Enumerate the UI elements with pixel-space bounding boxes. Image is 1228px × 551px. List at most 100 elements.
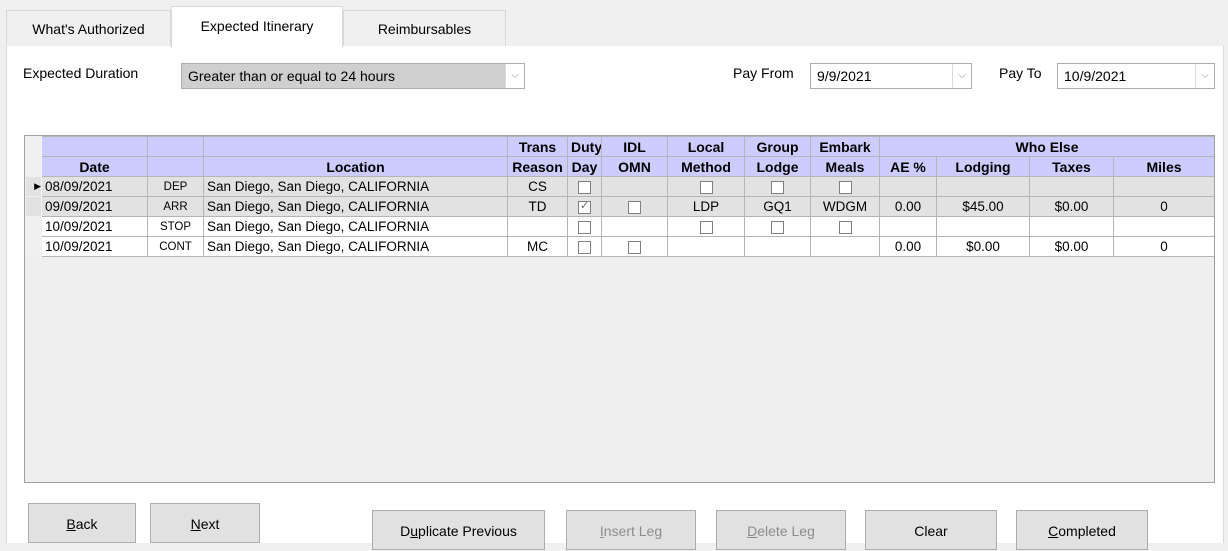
delete-leg-button[interactable]: Delete Leg [716, 510, 846, 550]
duty-day-checkbox[interactable] [578, 220, 591, 234]
cell-type[interactable]: STOP [147, 216, 204, 237]
table-row[interactable]: 10/09/2021 STOP San Diego, San Diego, CA… [25, 216, 1214, 237]
local-method-checkbox[interactable] [699, 180, 713, 194]
cell-ae[interactable]: 0.00 [879, 196, 937, 217]
cell-ae[interactable] [879, 176, 937, 197]
cell-miles[interactable]: 0 [1112, 196, 1214, 217]
cell-embark-meals[interactable] [810, 216, 880, 237]
tab-reimbursables[interactable]: Reimbursables [343, 10, 506, 46]
column-header-meals[interactable]: Meals [810, 156, 880, 177]
cell-reason[interactable]: CS [507, 176, 568, 197]
row-selector[interactable] [25, 196, 42, 217]
embark-meals-checkbox[interactable] [838, 180, 852, 194]
cell-date[interactable]: 10/09/2021 [41, 216, 148, 237]
cell-duty-day[interactable] [567, 236, 602, 257]
idl-omn-checkbox[interactable] [628, 200, 641, 214]
column-header-lodging[interactable]: Lodging [936, 156, 1030, 177]
cell-location[interactable]: San Diego, San Diego, CALIFORNIA [203, 176, 508, 197]
cell-reason[interactable]: MC [507, 236, 568, 257]
column-header-omn[interactable]: OMN [601, 156, 668, 177]
column-header-method[interactable]: Method [667, 156, 745, 177]
cell-duty-day[interactable] [567, 176, 602, 197]
cell-embark-meals[interactable] [810, 236, 880, 257]
table-row[interactable]: 09/09/2021 ARR San Diego, San Diego, CAL… [25, 196, 1214, 217]
group-lodge-checkbox[interactable] [771, 180, 784, 194]
pay-from-date[interactable]: 9/9/2021 ⌵ [810, 63, 972, 89]
cell-type[interactable]: ARR [147, 196, 204, 217]
column-header-lodge[interactable]: Lodge [744, 156, 811, 177]
cell-embark-meals[interactable] [810, 176, 880, 197]
chevron-down-icon[interactable]: ⌵ [505, 64, 524, 88]
cell-ae[interactable]: 0.00 [879, 236, 937, 257]
cell-lodging[interactable] [936, 216, 1030, 237]
cell-local-method[interactable]: LDP [667, 196, 745, 217]
tab-expected-itinerary[interactable]: Expected Itinerary [171, 6, 343, 48]
column-header-date[interactable]: Date [41, 156, 148, 177]
cell-taxes[interactable]: $0.00 [1029, 196, 1114, 217]
cell-ae[interactable] [879, 216, 937, 237]
cell-local-method[interactable] [667, 216, 745, 237]
back-button[interactable]: Back [28, 503, 136, 543]
table-row[interactable]: ▶ 08/09/2021 DEP San Diego, San Diego, C… [25, 176, 1214, 197]
column-header-taxes[interactable]: Taxes [1029, 156, 1114, 177]
row-selector[interactable] [25, 216, 42, 237]
duty-day-checkbox[interactable] [578, 199, 591, 214]
cell-duty-day[interactable] [567, 196, 602, 217]
cell-lodging[interactable] [936, 176, 1030, 197]
next-button[interactable]: Next [150, 503, 260, 543]
cell-taxes[interactable] [1029, 176, 1114, 197]
column-header-ae[interactable]: AE % [879, 156, 937, 177]
clear-button[interactable]: Clear [865, 510, 997, 550]
completed-button[interactable]: Completed [1016, 510, 1148, 550]
current-row-indicator[interactable]: ▶ [25, 176, 42, 197]
cell-duty-day[interactable] [567, 216, 602, 237]
row-selector[interactable] [25, 236, 42, 257]
cell-local-method[interactable] [667, 176, 745, 197]
insert-leg-button[interactable]: Insert Leg [566, 510, 696, 550]
duplicate-previous-button[interactable]: Duplicate Previous [372, 510, 545, 550]
cell-idl-omn[interactable] [601, 216, 668, 237]
column-header-reason[interactable]: Reason [507, 156, 568, 177]
cell-lodging[interactable]: $45.00 [936, 196, 1030, 217]
chevron-down-icon[interactable]: ⌵ [952, 64, 971, 88]
chevron-down-icon[interactable]: ⌵ [1195, 64, 1214, 88]
duty-day-checkbox[interactable] [578, 180, 591, 194]
expected-duration-select[interactable]: Greater than or equal to 24 hours ⌵ [181, 63, 525, 89]
pay-to-date[interactable]: 10/9/2021 ⌵ [1057, 63, 1215, 89]
column-header-miles[interactable]: Miles [1112, 156, 1214, 177]
cell-lodging[interactable]: $0.00 [936, 236, 1030, 257]
column-header-type[interactable] [147, 156, 204, 177]
tab-whats-authorized[interactable]: What's Authorized [6, 10, 171, 46]
cell-reason[interactable] [507, 216, 568, 237]
column-header-location[interactable]: Location [203, 156, 508, 177]
cell-embark-meals[interactable]: WDGM [810, 196, 880, 217]
cell-date[interactable]: 10/09/2021 [41, 236, 148, 257]
cell-date[interactable]: 09/09/2021 [41, 196, 148, 217]
cell-group-lodge[interactable] [744, 176, 811, 197]
cell-type[interactable]: CONT [147, 236, 204, 257]
cell-taxes[interactable] [1029, 216, 1114, 237]
cell-type[interactable]: DEP [147, 176, 204, 197]
idl-omn-checkbox[interactable] [628, 240, 641, 254]
embark-meals-checkbox[interactable] [838, 220, 852, 234]
cell-group-lodge[interactable] [744, 236, 811, 257]
cell-idl-omn[interactable] [601, 236, 668, 257]
cell-group-lodge[interactable]: GQ1 [744, 196, 811, 217]
column-header-day[interactable]: Day [567, 156, 602, 177]
cell-location[interactable]: San Diego, San Diego, CALIFORNIA [203, 216, 508, 237]
group-lodge-checkbox[interactable] [771, 220, 784, 234]
cell-miles[interactable] [1112, 176, 1214, 197]
itinerary-grid[interactable]: Trans Duty IDL Local Group Embark Who El… [24, 135, 1215, 483]
duty-day-checkbox[interactable] [578, 240, 591, 254]
local-method-checkbox[interactable] [699, 220, 713, 234]
cell-local-method[interactable] [667, 236, 745, 257]
cell-idl-omn[interactable] [601, 196, 668, 217]
cell-reason[interactable]: TD [507, 196, 568, 217]
cell-miles[interactable]: 0 [1112, 236, 1214, 257]
cell-date[interactable]: 08/09/2021 [41, 176, 148, 197]
cell-location[interactable]: San Diego, San Diego, CALIFORNIA [203, 236, 508, 257]
cell-miles[interactable] [1112, 216, 1214, 237]
cell-group-lodge[interactable] [744, 216, 811, 237]
cell-idl-omn[interactable] [601, 176, 668, 197]
cell-taxes[interactable]: $0.00 [1029, 236, 1114, 257]
